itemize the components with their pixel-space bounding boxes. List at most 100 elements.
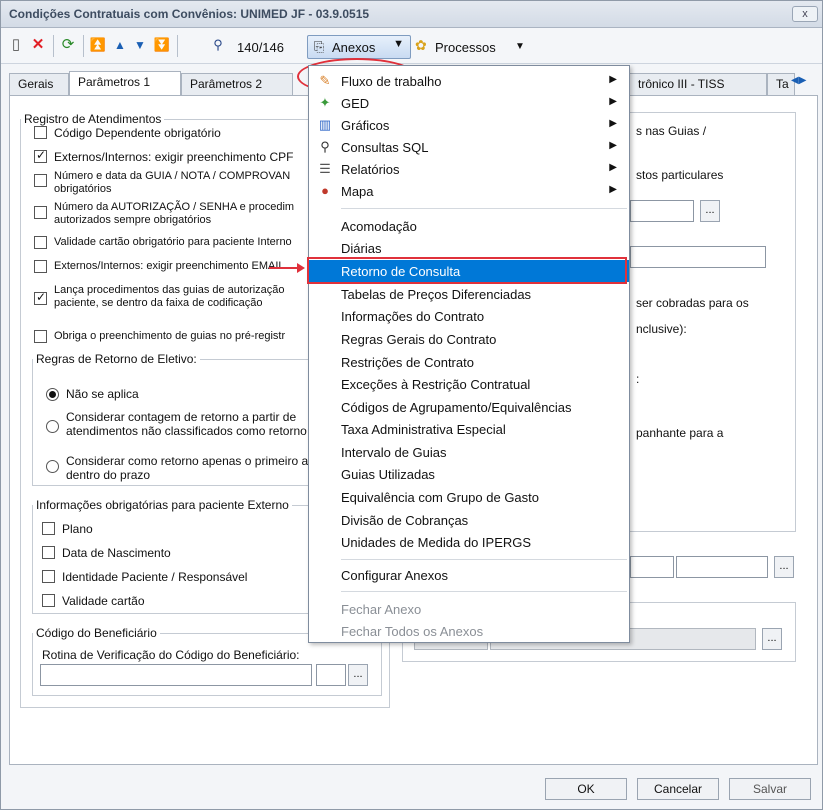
radio-contagem-retorno[interactable] <box>46 420 59 433</box>
menu-item-restricoes[interactable]: Restrições de Contrato <box>309 351 629 373</box>
right-text: : <box>636 372 640 386</box>
toolbar-separator <box>53 35 54 57</box>
checkbox-label: Identidade Paciente / Responsável <box>62 570 248 584</box>
menu-item-graficos[interactable]: ▥ Gráficos ▶ <box>309 114 629 136</box>
dialog-window: Condições Contratuais com Convênios: UNI… <box>0 0 823 810</box>
right-text: s nas Guias / <box>636 124 707 138</box>
menu-item-intervalo-guias[interactable]: Intervalo de Guias <box>309 441 629 463</box>
checkbox-email[interactable] <box>34 260 47 273</box>
checkbox-lanca-procedimentos[interactable] <box>34 290 47 305</box>
menu-separator <box>341 559 627 560</box>
beneficiario-input[interactable] <box>40 664 312 686</box>
menu-item-fluxo[interactable]: ✎ Fluxo de trabalho ▶ <box>309 70 629 92</box>
ellipsis-button[interactable]: ... <box>762 628 782 650</box>
tab-scroll-left-icon[interactable]: ◀▶ <box>791 75 806 86</box>
radio-nao-se-aplica[interactable] <box>46 388 59 401</box>
checkbox-identidade[interactable] <box>42 570 55 583</box>
first-icon[interactable]: ⏫ <box>89 36 107 54</box>
checkbox-guia[interactable] <box>34 174 47 187</box>
checkbox-autorizacao[interactable] <box>34 206 47 219</box>
checkbox-label: Validade cartão obrigatório para pacient… <box>54 236 292 248</box>
right-text: nclusive): <box>636 322 687 336</box>
checkbox-validade-cartao[interactable] <box>42 594 55 607</box>
close-button[interactable]: x <box>792 6 818 22</box>
ellipsis-button[interactable]: ... <box>348 664 368 686</box>
anexos-menu: ✎ Fluxo de trabalho ▶ ✦ GED ▶ ▥ Gráficos… <box>308 65 630 643</box>
checkbox-cpf[interactable] <box>34 148 47 163</box>
find-icon[interactable]: ⚲ <box>209 36 227 54</box>
checkbox-data-nascimento[interactable] <box>42 546 55 559</box>
menu-item-regras-gerais[interactable]: Regras Gerais do Contrato <box>309 328 629 350</box>
tab-eletronico-tiss[interactable]: trônico III - TISS <box>629 73 767 95</box>
right-input[interactable] <box>630 200 694 222</box>
right-text: stos particulares <box>636 168 724 182</box>
menu-item-informacoes-contrato[interactable]: Informações do Contrato <box>309 305 629 327</box>
submenu-arrow-icon: ▶ <box>609 184 617 195</box>
title-bar: Condições Contratuais com Convênios: UNI… <box>1 1 822 28</box>
last-icon[interactable]: ⏬ <box>153 36 171 54</box>
ok-button[interactable]: OK <box>545 778 627 800</box>
menu-item-fechar-anexo: Fechar Anexo <box>341 602 422 617</box>
processos-button[interactable]: Processos <box>435 40 496 55</box>
save-button[interactable]: Salvar <box>729 778 811 800</box>
menu-item-acomodacao[interactable]: Acomodação <box>309 215 629 237</box>
checkbox-label: Validade cartão <box>62 594 145 608</box>
menu-item-tabelas-precos[interactable]: Tabelas de Preços Diferenciadas <box>309 283 629 305</box>
tab-gerais[interactable]: Gerais <box>9 73 69 95</box>
tab-parametros-1[interactable]: Parâmetros 1 <box>69 71 181 96</box>
menu-separator <box>341 591 627 592</box>
right-input[interactable] <box>630 556 674 578</box>
menu-item-diarias[interactable]: Diárias <box>309 237 629 259</box>
beneficiario-title: Código do Beneficiário <box>36 626 157 640</box>
registro-title: Registro de Atendimentos <box>24 112 162 126</box>
tab-parametros-2[interactable]: Parâmetros 2 <box>181 73 293 95</box>
annotation-arrow <box>269 263 305 273</box>
checkbox-label: Código Dependente obrigatório <box>54 126 221 140</box>
menu-item-unidades-ipergs[interactable]: Unidades de Medida do IPERGS <box>309 531 629 553</box>
menu-item-configurar-anexos[interactable]: Configurar Anexos <box>309 564 629 586</box>
submenu-arrow-icon: ▶ <box>609 96 617 107</box>
menu-item-consultas-sql[interactable]: ⚲ Consultas SQL ▶ <box>309 136 629 158</box>
radio-primeiro-retorno[interactable] <box>46 460 59 473</box>
refresh-icon[interactable]: ⟳ <box>59 36 77 54</box>
ged-icon: ✦ <box>319 95 331 110</box>
ellipsis-button[interactable]: ... <box>700 200 720 222</box>
record-counter: 140/146 <box>237 40 284 55</box>
chevron-down-icon: ▼ <box>515 41 525 52</box>
checkbox-validade-interno[interactable] <box>34 236 47 249</box>
right-input[interactable] <box>676 556 768 578</box>
delete-icon[interactable]: ✕ <box>29 36 47 54</box>
report-icon: ☰ <box>319 161 331 176</box>
radio-label-2: atendimentos não classificados como reto… <box>66 424 307 438</box>
right-text: panhante para a <box>636 426 724 440</box>
checkbox-label: Número da AUTORIZAÇÃO / SENHA e procedim <box>54 201 295 213</box>
checkbox-codigo-dependente[interactable] <box>34 126 47 139</box>
processos-icon: ✿ <box>415 37 427 53</box>
externo-title: Informações obrigatórias para paciente E… <box>36 498 289 512</box>
menu-item-ged[interactable]: ✦ GED ▶ <box>309 92 629 114</box>
next-icon[interactable]: ▼ <box>131 36 149 54</box>
paperclip-icon: ⎘ <box>314 39 325 54</box>
menu-item-taxa-administrativa[interactable]: Taxa Administrativa Especial <box>309 418 629 440</box>
right-input[interactable] <box>630 246 766 268</box>
menu-item-codigos-agrupamento[interactable]: Códigos de Agrupamento/Equivalências <box>309 396 629 418</box>
toolbar-separator <box>177 35 178 57</box>
menu-item-relatorios[interactable]: ☰ Relatórios ▶ <box>309 158 629 180</box>
menu-item-equivalencia-grupo[interactable]: Equivalência com Grupo de Gasto <box>309 486 629 508</box>
checkbox-label-2: paciente, se dentro da faixa de codifica… <box>54 297 263 309</box>
menu-item-divisao-cobrancas[interactable]: Divisão de Cobranças <box>309 509 629 531</box>
menu-item-excecoes[interactable]: Exceções à Restrição Contratual <box>309 373 629 395</box>
toolbar-separator <box>83 35 84 57</box>
submenu-arrow-icon: ▶ <box>609 140 617 151</box>
menu-item-guias-utilizadas[interactable]: Guias Utilizadas <box>309 463 629 485</box>
menu-item-mapa[interactable]: ● Mapa ▶ <box>309 180 629 202</box>
window-title: Condições Contratuais com Convênios: UNI… <box>9 7 370 21</box>
prev-icon[interactable]: ▲ <box>111 36 129 54</box>
anexos-button[interactable]: ⎘ Anexos ▼ <box>307 35 411 59</box>
cancel-button[interactable]: Cancelar <box>637 778 719 800</box>
ellipsis-button[interactable]: ... <box>774 556 794 578</box>
checkbox-plano[interactable] <box>42 522 55 535</box>
new-icon[interactable]: ▯ <box>7 36 25 54</box>
checkbox-pre-registro[interactable] <box>34 330 47 343</box>
beneficiario-code-input[interactable] <box>316 664 346 686</box>
